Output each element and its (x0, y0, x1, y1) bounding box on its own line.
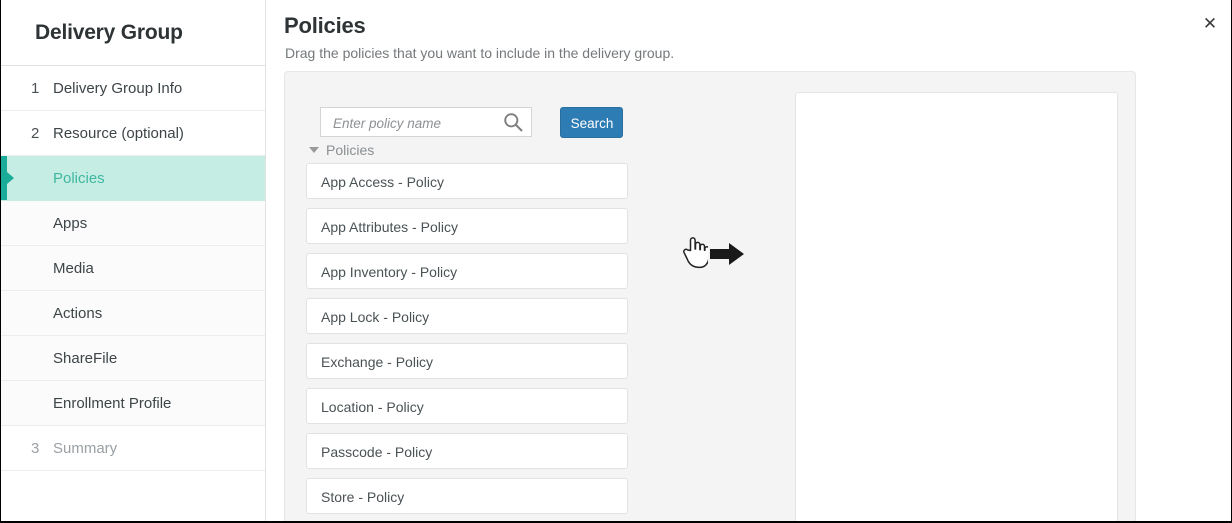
policy-list-item[interactable]: App Inventory - Policy (306, 253, 628, 289)
sidebar-title: Delivery Group (35, 21, 183, 45)
sidebar-item-label: Actions (53, 305, 102, 322)
wizard-sidebar: Delivery Group 1Delivery Group Info2Reso… (1, 0, 266, 523)
main-content: ✕ Policies Drag the policies that you wa… (267, 0, 1231, 523)
search-button[interactable]: Search (560, 107, 623, 138)
sidebar-item-media[interactable]: Media (1, 246, 265, 291)
sidebar-item-apps[interactable]: Apps (1, 201, 265, 246)
sidebar-filler (1, 471, 265, 523)
selected-policies-drop-zone[interactable] (795, 92, 1118, 523)
sidebar-item-enrollment-profile[interactable]: Enrollment Profile (1, 381, 265, 426)
selected-pointer-icon (7, 172, 14, 184)
search-box[interactable] (320, 107, 532, 137)
drag-indicator (680, 232, 746, 274)
sidebar-item-summary[interactable]: 3Summary (1, 426, 265, 471)
page-title: Policies (284, 13, 366, 39)
sidebar-header: Delivery Group (1, 0, 265, 66)
policies-group-header[interactable]: Policies (309, 142, 374, 158)
sidebar-item-label: Apps (53, 215, 87, 232)
arrow-right-icon (710, 243, 744, 270)
policy-list-item[interactable]: App Access - Policy (306, 163, 628, 199)
policies-panel: Search Policies App Access - PolicyApp A… (284, 71, 1136, 523)
search-row: Search (320, 107, 623, 138)
sidebar-item-sharefile[interactable]: ShareFile (1, 336, 265, 381)
search-input[interactable] (331, 108, 495, 138)
sidebar-item-label: Delivery Group Info (53, 80, 182, 97)
sidebar-item-label: Media (53, 260, 94, 277)
policy-list-item[interactable]: App Attributes - Policy (306, 208, 628, 244)
sidebar-item-number: 2 (31, 125, 53, 142)
sidebar-item-delivery-group-info[interactable]: 1Delivery Group Info (1, 66, 265, 111)
sidebar-item-number: 1 (31, 80, 53, 97)
policy-list-item[interactable]: App Lock - Policy (306, 298, 628, 334)
close-icon[interactable]: ✕ (1200, 14, 1220, 34)
wizard-step-list: 1Delivery Group Info2Resource (optional)… (1, 66, 265, 471)
policy-list: App Access - Policy App Attributes - Poli… (306, 163, 628, 523)
sidebar-item-number: 3 (31, 440, 53, 457)
sidebar-item-policies[interactable]: Policies (1, 156, 265, 201)
pointing-hand-cursor-icon (680, 235, 708, 274)
sidebar-item-label: ShareFile (53, 350, 117, 367)
policies-group-label: Policies (326, 142, 374, 158)
policy-list-item[interactable]: Passcode - Policy (306, 433, 628, 469)
sidebar-item-actions[interactable]: Actions (1, 291, 265, 336)
chevron-down-icon[interactable] (309, 147, 319, 153)
policy-list-item[interactable]: Exchange - Policy (306, 343, 628, 379)
policy-list-item[interactable]: Location - Policy (306, 388, 628, 424)
sidebar-item-label: Enrollment Profile (53, 395, 171, 412)
page-subtitle: Drag the policies that you want to inclu… (285, 45, 674, 61)
search-icon[interactable] (503, 112, 523, 132)
app-window: Delivery Group 1Delivery Group Info2Reso… (0, 0, 1232, 523)
sidebar-item-label: Policies (53, 170, 105, 187)
sidebar-item-label: Summary (53, 440, 117, 457)
sidebar-item-label: Resource (optional) (53, 125, 184, 142)
policy-list-item[interactable]: Store - Policy (306, 478, 628, 514)
sidebar-item-resource-optional[interactable]: 2Resource (optional) (1, 111, 265, 156)
